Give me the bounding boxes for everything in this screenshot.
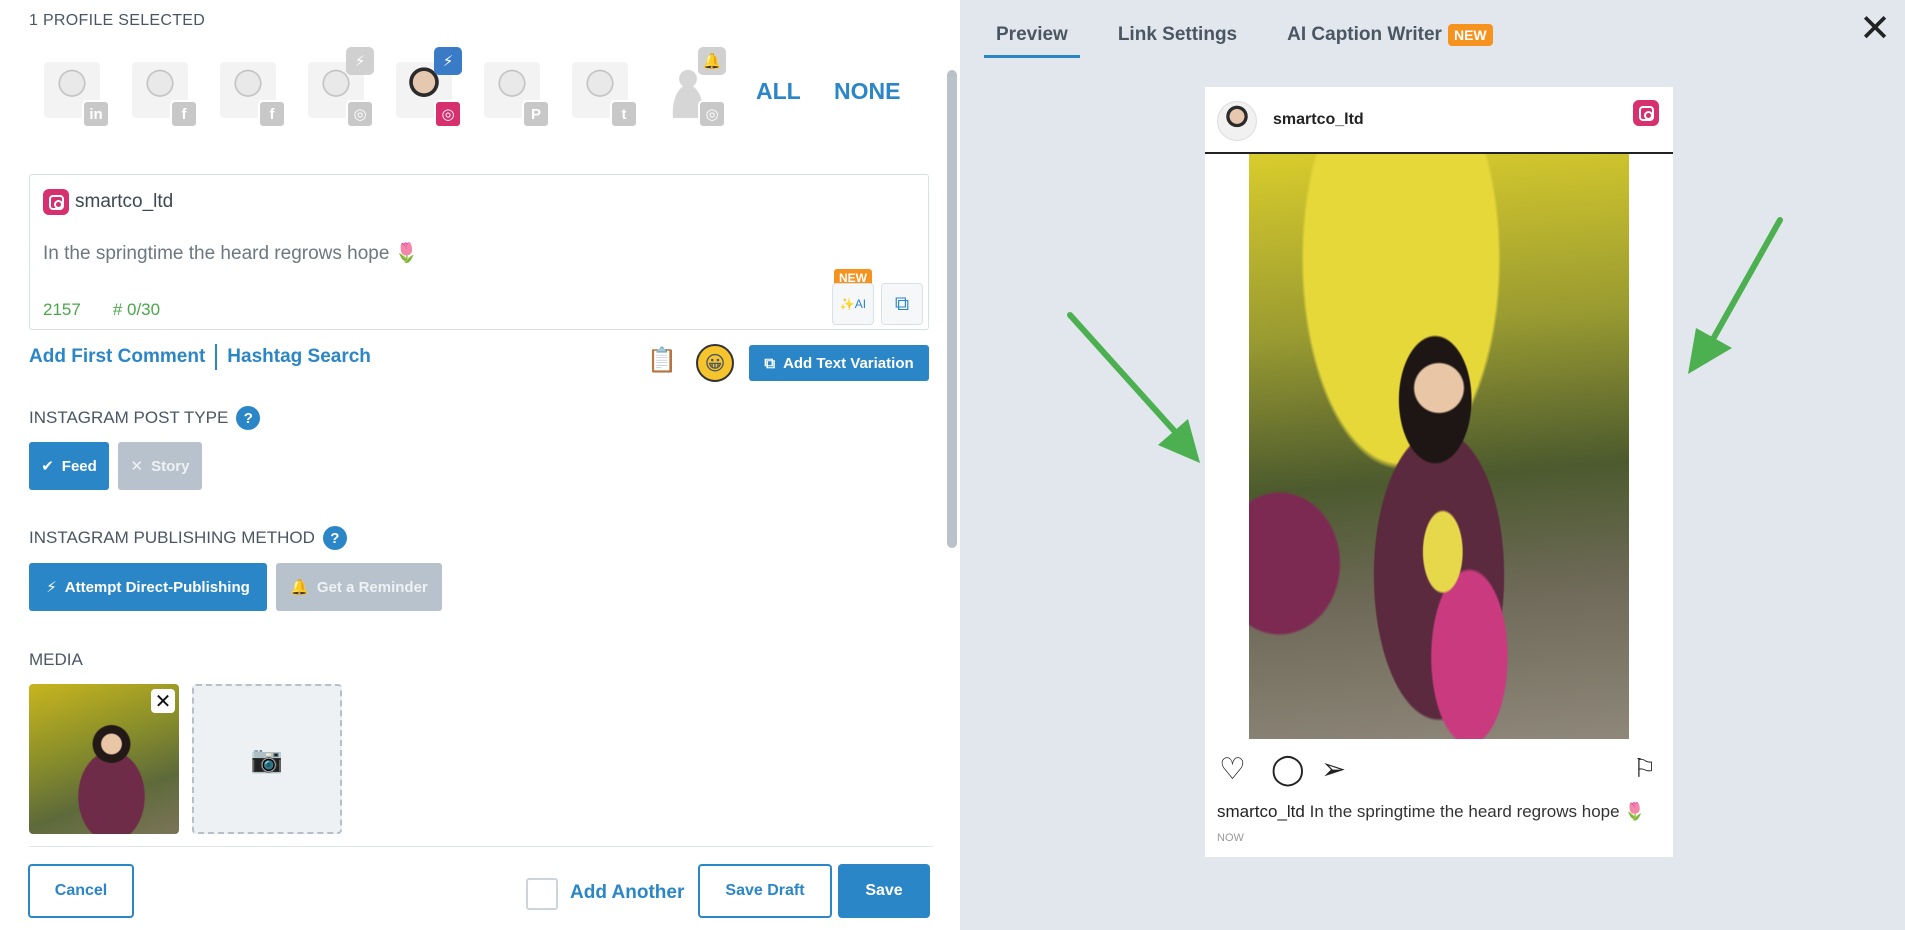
footer-divider: [29, 846, 933, 847]
profile-avatar-twitter[interactable]: t: [570, 56, 638, 128]
tab-link-settings[interactable]: Link Settings: [1118, 24, 1237, 58]
tab-preview[interactable]: Preview: [984, 24, 1080, 58]
check-icon: ✔: [41, 458, 54, 475]
select-all-button[interactable]: ALL: [756, 78, 801, 105]
direct-publishing-toggle[interactable]: ⚡ Attempt Direct-Publishing: [29, 563, 267, 611]
bolt-icon: ⚡: [46, 579, 57, 596]
profile-avatar-facebook[interactable]: f: [130, 56, 198, 128]
story-toggle[interactable]: ✕ Story: [118, 442, 202, 490]
instagram-icon: [43, 189, 69, 215]
preview-username: smartco_ltd: [1273, 111, 1364, 128]
duplicate-icon[interactable]: ⧉: [881, 283, 923, 325]
preview-panel: Preview Link Settings AI Caption Writer N…: [960, 0, 1905, 930]
story-label: Story: [151, 457, 190, 475]
add-text-variation-label: Add Text Variation: [783, 354, 914, 372]
avatar: [1217, 101, 1257, 141]
bookmark-icon: ⚐: [1633, 753, 1657, 783]
post-counters: 2157 # 0/30: [43, 300, 160, 320]
instagram-icon: ◎: [434, 100, 462, 128]
help-icon[interactable]: ?: [322, 526, 347, 550]
ai-label: AI: [854, 297, 867, 311]
preview-tabs: Preview Link Settings AI Caption Writer N…: [984, 24, 1493, 58]
reminder-toggle[interactable]: 🔔 Get a Reminder: [276, 563, 442, 611]
annotation-arrow-right: [1688, 217, 1783, 374]
add-media-button[interactable]: 📷: [192, 684, 342, 834]
media-label: MEDIA: [29, 650, 83, 669]
post-text[interactable]: In the springtime the heard regrows hope…: [43, 241, 418, 265]
post-profile-label: smartco_ltd: [43, 189, 173, 215]
direct-publishing-label: Attempt Direct-Publishing: [64, 578, 250, 596]
bell-icon: 🔔: [290, 579, 309, 596]
publishing-method-heading: INSTAGRAM PUBLISHING METHOD ?: [29, 526, 347, 550]
twitter-icon: t: [610, 100, 638, 128]
scrollbar[interactable]: [947, 70, 957, 548]
profile-count-label: 1 PROFILE SELECTED: [29, 12, 206, 29]
hashtag-search-link[interactable]: Hashtag Search: [227, 346, 371, 368]
add-first-comment-link[interactable]: Add First Comment: [29, 346, 205, 368]
preview-timestamp: NOW: [1217, 832, 1244, 844]
feed-toggle[interactable]: ✔ Feed: [29, 442, 109, 490]
comment-links: Add First Comment Hashtag Search: [29, 344, 371, 370]
reminder-label: Get a Reminder: [316, 578, 428, 596]
caption-username: smartco_ltd: [1217, 802, 1305, 821]
post-type-heading: INSTAGRAM POST TYPE ?: [29, 406, 261, 430]
tab-ai-caption-writer[interactable]: AI Caption Writer NEW: [1287, 24, 1493, 58]
instagram-icon: ◎: [698, 100, 726, 128]
tab-ai-caption-label: AI Caption Writer: [1287, 24, 1442, 45]
emoji-icon[interactable]: 😀: [696, 344, 734, 382]
save-button[interactable]: Save: [838, 864, 930, 918]
save-draft-button[interactable]: Save Draft: [698, 864, 832, 918]
post-text-editor[interactable]: smartco_ltd In the springtime the heard …: [29, 174, 929, 330]
add-another-label[interactable]: Add Another: [570, 882, 684, 904]
clipboard-icon[interactable]: 📋: [647, 346, 677, 375]
camera-icon: 📷: [250, 743, 284, 774]
bolt-icon: ⚡: [346, 47, 374, 75]
magic-wand-icon: ✨: [839, 297, 855, 311]
close-icon[interactable]: ✕: [1859, 10, 1891, 48]
pinterest-icon: P: [522, 100, 550, 128]
bolt-icon: ⚡: [434, 47, 462, 75]
profile-avatar-instagram[interactable]: ⚡ ◎: [306, 47, 374, 128]
caption-text: In the springtime the heard regrows hope…: [1309, 802, 1646, 821]
feed-label: Feed: [61, 457, 97, 475]
profile-avatar-facebook-2[interactable]: f: [218, 56, 286, 128]
cancel-button[interactable]: Cancel: [28, 864, 134, 918]
ai-caption-button[interactable]: ✨ AI: [832, 283, 874, 325]
profile-avatar-instagram-selected[interactable]: ⚡ ◎: [394, 47, 462, 128]
instagram-icon: [1633, 100, 1659, 126]
post-type-label: INSTAGRAM POST TYPE: [29, 408, 229, 427]
add-variation-icon: ⧉: [764, 354, 776, 372]
profile-avatar-instagram-reminder[interactable]: 🔔 ◎: [658, 47, 726, 128]
linkedin-icon: in: [82, 100, 110, 128]
add-another-checkbox[interactable]: [526, 878, 558, 910]
facebook-icon: f: [170, 100, 198, 128]
share-icon: ➢: [1321, 753, 1347, 786]
select-none-button[interactable]: NONE: [834, 78, 900, 105]
remove-media-icon[interactable]: ✕: [151, 689, 175, 713]
preview-actions: ♡ ◯ ➢ ⚐: [1219, 755, 1659, 787]
heart-icon: ♡: [1219, 753, 1246, 786]
bell-icon: 🔔: [698, 47, 726, 75]
preview-photo: [1249, 154, 1629, 739]
new-badge: NEW: [1447, 24, 1493, 46]
post-editor-panel: 1 PROFILE SELECTED in f f ⚡ ◎ ⚡ ◎ P t 🔔 …: [0, 0, 960, 930]
x-icon: ✕: [130, 458, 144, 475]
help-icon[interactable]: ?: [236, 406, 261, 430]
annotation-arrow-left: [1067, 312, 1200, 463]
preview-header: smartco_ltd: [1205, 87, 1673, 154]
add-text-variation-button[interactable]: ⧉ Add Text Variation: [749, 345, 929, 381]
character-count: 2157: [43, 300, 81, 319]
hashtag-count: # 0/30: [112, 300, 161, 319]
instagram-icon: ◎: [346, 100, 374, 128]
profile-avatar-pinterest[interactable]: P: [482, 56, 550, 128]
profile-handle: smartco_ltd: [75, 191, 174, 212]
publishing-method-label: INSTAGRAM PUBLISHING METHOD: [29, 528, 315, 547]
profile-avatar-linkedin[interactable]: in: [42, 56, 110, 128]
preview-caption: smartco_ltd In the springtime the heard …: [1217, 802, 1645, 822]
instagram-post-preview: smartco_ltd ♡ ◯ ➢ ⚐ smartco_ltd In the s…: [1205, 87, 1673, 857]
divider: [215, 344, 218, 370]
media-heading: MEDIA: [29, 650, 83, 670]
facebook-icon: f: [258, 100, 286, 128]
comment-icon: ◯: [1271, 753, 1305, 786]
